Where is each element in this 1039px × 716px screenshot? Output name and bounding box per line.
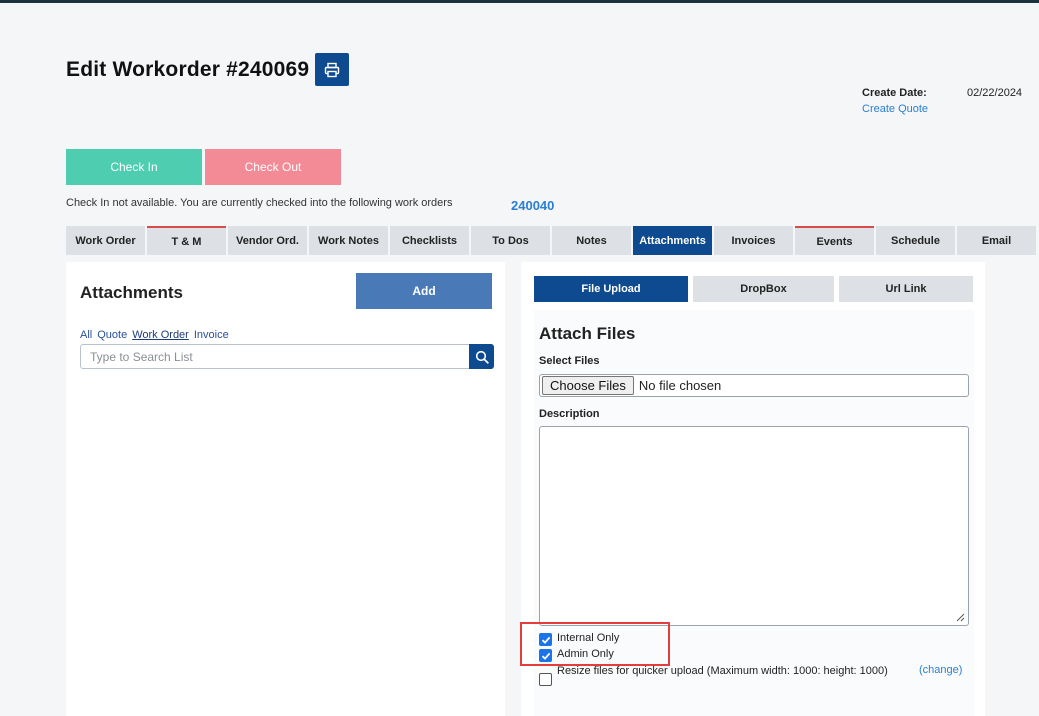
- workorder-tabs: Work Order T & M Vendor Ord. Work Notes …: [66, 226, 1038, 255]
- tab-schedule[interactable]: Schedule: [876, 226, 955, 255]
- filter-work-order[interactable]: Work Order: [132, 329, 189, 341]
- tab-work-order[interactable]: Work Order: [66, 226, 145, 255]
- search-icon: [475, 350, 489, 364]
- attachments-panel: Attachments Add All Quote Work Order Inv…: [66, 262, 505, 716]
- resize-row: Resize files for quicker upload (Maximum…: [539, 664, 912, 686]
- resize-files-checkbox[interactable]: [539, 673, 552, 686]
- create-date-value: 02/22/2024: [967, 87, 1023, 99]
- highlight-box: [520, 622, 670, 666]
- attachment-filters: All Quote Work Order Invoice: [80, 329, 229, 341]
- printer-icon: [325, 62, 340, 77]
- search-box: [80, 344, 494, 369]
- tab-t-and-m[interactable]: T & M: [147, 226, 226, 255]
- attach-files-title: Attach Files: [539, 324, 636, 343]
- filter-invoice[interactable]: Invoice: [194, 329, 229, 341]
- filter-all[interactable]: All: [80, 329, 92, 341]
- tab-attachments[interactable]: Attachments: [633, 226, 712, 255]
- create-quote-link[interactable]: Create Quote: [862, 103, 928, 115]
- description-textarea[interactable]: [539, 426, 969, 626]
- change-resize-link[interactable]: (change): [919, 664, 962, 676]
- create-date-label: Create Date:: [862, 87, 927, 99]
- tab-to-dos[interactable]: To Dos: [471, 226, 550, 255]
- tab-events[interactable]: Events: [795, 226, 874, 255]
- attachments-title: Attachments: [80, 283, 183, 302]
- check-in-button[interactable]: Check In: [66, 149, 202, 185]
- choose-files-button[interactable]: Choose Files: [542, 376, 634, 395]
- resize-handle-icon[interactable]: [955, 612, 965, 622]
- no-file-text: No file chosen: [638, 378, 722, 393]
- title-row: Edit Workorder #240069: [66, 53, 350, 86]
- file-input[interactable]: Choose Files No file chosen: [539, 374, 969, 397]
- subtab-url-link[interactable]: Url Link: [839, 276, 973, 302]
- tab-email[interactable]: Email: [957, 226, 1036, 255]
- tab-work-notes[interactable]: Work Notes: [309, 226, 388, 255]
- top-bar: [0, 0, 1039, 3]
- checkin-message: Check In not available. You are currentl…: [66, 197, 453, 209]
- tab-invoices[interactable]: Invoices: [714, 226, 793, 255]
- tab-notes[interactable]: Notes: [552, 226, 631, 255]
- description-label: Description: [539, 408, 600, 420]
- search-button[interactable]: [469, 344, 494, 369]
- print-button[interactable]: [315, 53, 350, 86]
- add-attachment-button[interactable]: Add: [356, 273, 492, 309]
- tab-vendor-ord[interactable]: Vendor Ord.: [228, 226, 307, 255]
- select-files-label: Select Files: [539, 355, 600, 367]
- subtab-dropbox[interactable]: DropBox: [693, 276, 834, 302]
- resize-files-label: Resize files for quicker upload (Maximum…: [557, 665, 888, 677]
- checked-in-workorder-link[interactable]: 240040: [511, 198, 554, 213]
- filter-quote[interactable]: Quote: [97, 329, 127, 341]
- search-input[interactable]: [81, 345, 470, 368]
- page-title: Edit Workorder #240069: [66, 57, 310, 81]
- check-out-button[interactable]: Check Out: [205, 149, 341, 185]
- tab-checklists[interactable]: Checklists: [390, 226, 469, 255]
- subtab-file-upload[interactable]: File Upload: [534, 276, 688, 302]
